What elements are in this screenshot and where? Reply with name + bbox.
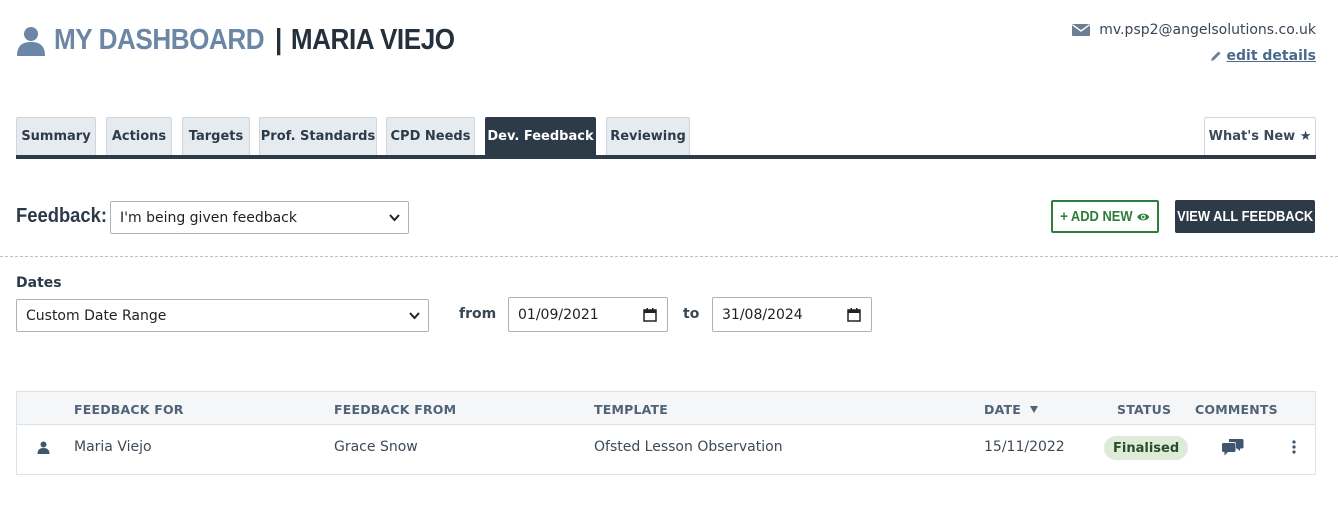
date-range-select[interactable]: Custom Date Range <box>16 299 429 332</box>
title-separator: | <box>274 24 282 56</box>
email-address: mv.psp2@angelsolutions.co.uk <box>1099 22 1316 38</box>
feedback-label: Feedback: <box>16 205 108 227</box>
tab-actions[interactable]: Actions <box>106 117 172 155</box>
more-options-icon[interactable] <box>1292 440 1296 454</box>
contact-info: mv.psp2@angelsolutions.co.uk edit detail… <box>1072 20 1316 66</box>
column-header-status[interactable]: STATUS <box>1117 402 1171 417</box>
tab-summary[interactable]: Summary <box>16 117 96 155</box>
whats-new-button[interactable]: What's New ★ <box>1204 117 1316 155</box>
email-row: mv.psp2@angelsolutions.co.uk <box>1072 20 1316 40</box>
date-range-value: Custom Date Range <box>26 307 167 324</box>
mail-icon <box>1072 24 1091 36</box>
calendar-icon[interactable] <box>847 308 861 322</box>
to-date-input[interactable]: 31/08/2024 <box>712 297 872 332</box>
column-header-date-label: DATE <box>984 402 1021 417</box>
column-header-date[interactable]: DATE <box>984 402 1038 417</box>
cell-date: 15/11/2022 <box>984 439 1065 455</box>
column-header-template[interactable]: TEMPLATE <box>594 402 668 417</box>
view-all-feedback-label: VIEW ALL FEEDBACK <box>1176 208 1314 225</box>
page-title: MY DASHBOARD | MARIA VIEJO <box>54 24 455 57</box>
view-all-feedback-button[interactable]: VIEW ALL FEEDBACK <box>1175 200 1315 233</box>
cell-feedback-for: Maria Viejo <box>74 439 152 455</box>
feedback-type-select[interactable]: I'm being given feedback <box>110 201 409 234</box>
table-header: FEEDBACK FOR FEEDBACK FROM TEMPLATE DATE… <box>17 392 1315 425</box>
user-icon <box>17 26 45 56</box>
column-header-feedback-from[interactable]: FEEDBACK FROM <box>334 402 456 417</box>
pencil-icon <box>1210 51 1221 61</box>
dashboard-title: MY DASHBOARD <box>54 24 265 56</box>
edit-details-link[interactable]: edit details <box>1072 46 1316 66</box>
cell-feedback-from: Grace Snow <box>334 439 418 455</box>
to-date-value: 31/08/2024 <box>722 306 803 323</box>
from-label: from <box>459 306 497 322</box>
tab-prof-standards[interactable]: Prof. Standards <box>259 117 377 155</box>
tab-cpd-needs[interactable]: CPD Needs <box>386 117 475 155</box>
to-label: to <box>683 306 700 322</box>
page-header: MY DASHBOARD | MARIA VIEJO <box>16 24 499 57</box>
chevron-down-icon <box>409 312 420 320</box>
tab-dev-feedback[interactable]: Dev. Feedback <box>485 117 596 155</box>
tab-reviewing[interactable]: Reviewing <box>606 117 690 155</box>
chevron-down-icon <box>389 214 400 222</box>
column-header-comments: COMMENTS <box>1195 402 1278 417</box>
eye-icon <box>1137 213 1150 220</box>
from-date-value: 01/09/2021 <box>518 306 599 323</box>
from-date-input[interactable]: 01/09/2021 <box>508 297 668 332</box>
tab-bar: Summary Actions Targets Prof. Standards … <box>16 117 1316 159</box>
add-new-button[interactable]: + ADD NEW <box>1051 200 1159 233</box>
status-badge: Finalised <box>1104 436 1189 460</box>
feedback-type-value: I'm being given feedback <box>120 209 297 226</box>
add-new-label: + ADD NEW <box>1060 208 1133 225</box>
comments-icon[interactable] <box>1222 438 1244 457</box>
feedback-table: FEEDBACK FOR FEEDBACK FROM TEMPLATE DATE… <box>16 391 1316 475</box>
user-icon <box>37 441 50 454</box>
cell-template: Ofsted Lesson Observation <box>594 439 783 455</box>
tab-targets[interactable]: Targets <box>182 117 250 155</box>
dates-label: Dates <box>16 275 62 291</box>
section-divider <box>0 256 1338 257</box>
sort-descending-icon <box>1029 406 1038 413</box>
calendar-icon[interactable] <box>643 308 657 322</box>
user-name: MARIA VIEJO <box>290 24 455 56</box>
edit-details-label[interactable]: edit details <box>1227 48 1316 64</box>
column-header-feedback-for[interactable]: FEEDBACK FOR <box>74 402 184 417</box>
add-new-content: + ADD NEW <box>1060 208 1150 225</box>
